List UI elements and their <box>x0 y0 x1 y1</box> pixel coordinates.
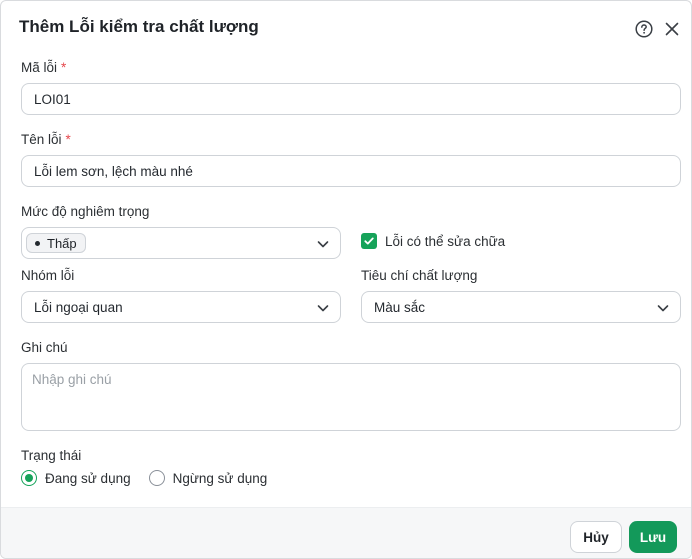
chevron-down-icon <box>317 241 329 248</box>
required-marker: * <box>61 60 67 75</box>
radio-unselected-icon[interactable] <box>148 470 165 486</box>
status-option-inactive[interactable]: Ngừng sử dụng <box>148 470 268 486</box>
chevron-down-icon <box>657 305 669 312</box>
name-label-text: Tên lỗi <box>21 132 62 147</box>
cancel-button[interactable]: Hủy <box>570 521 622 553</box>
status-radio-group: Đang sử dụng Ngừng sử dụng <box>21 470 285 486</box>
radio-selected-icon[interactable] <box>21 470 37 486</box>
group-select[interactable]: Lỗi ngoại quan <box>21 291 341 323</box>
code-input[interactable]: LOI01 <box>21 83 681 115</box>
status-label: Trạng thái <box>21 448 82 463</box>
check-icon <box>364 237 374 245</box>
fixable-checkbox-row[interactable]: Lỗi có thể sửa chữa <box>361 233 505 249</box>
name-input[interactable]: Lỗi lem sơn, lệch màu nhé <box>21 155 681 187</box>
code-value: LOI01 <box>34 91 71 107</box>
status-option-inactive-label: Ngừng sử dụng <box>172 470 268 486</box>
severity-tag: Thấp <box>26 233 86 253</box>
group-label: Nhóm lỗi <box>21 268 75 283</box>
status-option-active[interactable]: Đang sử dụng <box>21 470 131 486</box>
name-value: Lỗi lem sơn, lệch màu nhé <box>34 163 193 179</box>
severity-value: Thấp <box>47 235 77 251</box>
code-label-text: Mã lỗi <box>21 60 58 75</box>
fixable-checkbox[interactable] <box>361 233 377 249</box>
dialog: Thêm Lỗi kiểm tra chất lượng Mã lỗi * LOI… <box>0 0 692 559</box>
note-label: Ghi chú <box>21 340 68 355</box>
dialog-footer: Hủy Lưu <box>1 507 691 558</box>
fixable-label: Lỗi có thể sửa chữa <box>385 233 506 249</box>
criteria-label: Tiêu chí chất lượng <box>361 268 478 283</box>
bullet-icon <box>35 240 40 246</box>
severity-select[interactable]: Thấp <box>21 227 341 259</box>
note-placeholder: Nhập ghi chú <box>32 372 112 387</box>
radio-dot <box>25 474 33 482</box>
group-value: Lỗi ngoại quan <box>34 299 123 315</box>
criteria-value: Màu sắc <box>374 299 426 315</box>
criteria-select[interactable]: Màu sắc <box>361 291 681 323</box>
note-textarea[interactable]: Nhập ghi chú <box>21 363 681 431</box>
question-circle-icon[interactable] <box>635 20 653 38</box>
severity-label: Mức độ nghiêm trọng <box>21 204 150 219</box>
chevron-down-icon <box>317 305 329 312</box>
status-option-active-label: Đang sử dụng <box>45 470 131 486</box>
required-marker: * <box>65 132 71 147</box>
name-label: Tên lỗi * <box>21 132 71 147</box>
code-label: Mã lỗi * <box>21 60 66 75</box>
save-button[interactable]: Lưu <box>629 521 677 553</box>
dialog-title: Thêm Lỗi kiểm tra chất lượng <box>19 17 259 36</box>
close-icon[interactable] <box>664 21 680 37</box>
